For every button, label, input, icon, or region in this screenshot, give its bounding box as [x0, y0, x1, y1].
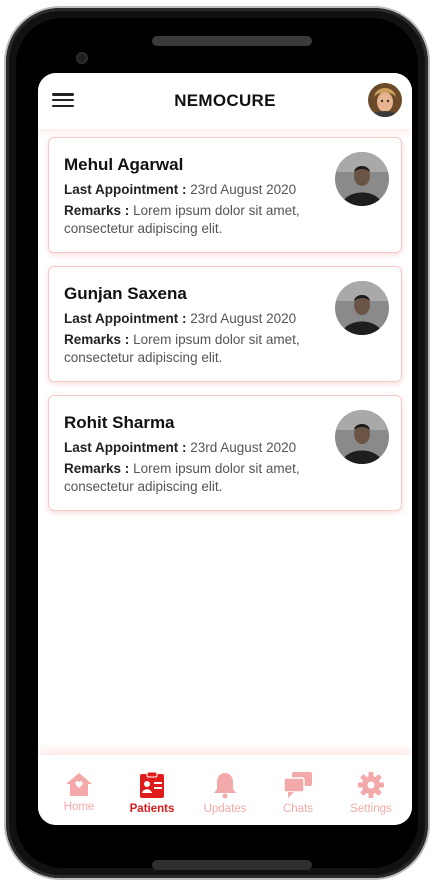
gear-icon [358, 772, 384, 798]
last-appointment: Last Appointment : 23rd August 2020 [64, 311, 296, 326]
nav-updates-label: Updates [203, 803, 247, 815]
patient-name: Gunjan Saxena [64, 284, 187, 303]
last-appointment-label: Last Appointment : [64, 311, 187, 326]
remarks: Remarks : Lorem ipsum dolor sit amet, co… [64, 331, 334, 367]
patient-name: Mehul Agarwal [64, 155, 184, 174]
top-speaker [152, 36, 312, 46]
nav-settings[interactable]: Settings [336, 755, 406, 825]
home-icon [66, 773, 92, 796]
bottom-speaker [152, 860, 312, 870]
app-header: NEMOCURE [38, 73, 412, 129]
patients-icon [140, 771, 164, 798]
nav-chats-label: Chats [282, 803, 314, 815]
last-appointment: Last Appointment : 23rd August 2020 [64, 440, 296, 455]
patient-card[interactable]: Gunjan Saxena Last Appointment : 23rd Au… [48, 266, 402, 382]
app-screen: NEMOCURE Mehul Agarwal Last Appointment … [38, 73, 412, 825]
chat-icon [283, 772, 312, 798]
last-appointment-label: Last Appointment : [64, 182, 187, 197]
patient-name: Rohit Sharma [64, 413, 175, 432]
patient-avatar [335, 410, 389, 464]
nav-updates[interactable]: Updates [190, 755, 260, 825]
patient-avatar [335, 152, 389, 206]
user-avatar[interactable] [368, 83, 402, 117]
nav-home-label: Home [63, 801, 95, 813]
last-appointment: Last Appointment : 23rd August 2020 [64, 182, 296, 197]
remarks-label: Remarks : [64, 461, 130, 476]
last-appointment-value: 23rd August 2020 [190, 440, 297, 455]
app-title: NEMOCURE [174, 91, 276, 110]
nav-patients[interactable]: Patients [117, 755, 187, 825]
last-appointment-label: Last Appointment : [64, 440, 187, 455]
nav-patients-label: Patients [129, 803, 175, 815]
nav-home[interactable]: Home [44, 755, 114, 825]
nav-chats[interactable]: Chats [263, 755, 333, 825]
front-camera [76, 52, 88, 64]
remarks: Remarks : Lorem ipsum dolor sit amet, co… [64, 202, 334, 238]
nav-settings-label: Settings [350, 803, 392, 815]
remarks-label: Remarks : [64, 332, 130, 347]
remarks-label: Remarks : [64, 203, 130, 218]
patient-list: Mehul Agarwal Last Appointment : 23rd Au… [48, 137, 402, 524]
patient-card[interactable]: Mehul Agarwal Last Appointment : 23rd Au… [48, 137, 402, 253]
bottom-navigation: Home Patients Updates Chats Settings [38, 755, 412, 825]
bell-icon [214, 773, 236, 799]
last-appointment-value: 23rd August 2020 [190, 311, 297, 326]
last-appointment-value: 23rd August 2020 [190, 182, 297, 197]
patient-card[interactable]: Rohit Sharma Last Appointment : 23rd Aug… [48, 395, 402, 511]
remarks: Remarks : Lorem ipsum dolor sit amet, co… [64, 460, 334, 496]
patient-avatar [335, 281, 389, 335]
